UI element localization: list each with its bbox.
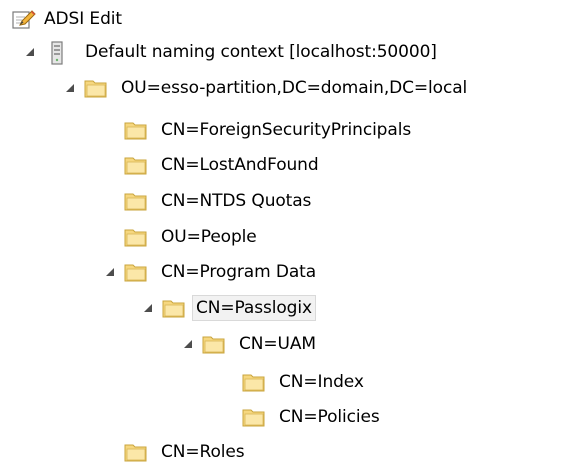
expanded-arrow-icon[interactable]	[64, 82, 76, 94]
tree-node-esso-partition[interactable]: OU=esso-partition,DC=domain,DC=local	[64, 72, 470, 104]
tree-node-label: Default naming context [localhost:50000]	[85, 42, 437, 62]
folder-icon	[242, 406, 266, 428]
tree-node-roles[interactable]: CN=Roles	[124, 436, 248, 468]
tree-node-label: CN=Roles	[161, 442, 245, 462]
tree-node-label: CN=UAM	[239, 334, 316, 354]
folder-icon	[124, 190, 148, 212]
folder-icon	[162, 297, 186, 319]
tree-node-label: OU=People	[161, 227, 257, 247]
tree-node-uam[interactable]: CN=UAM	[182, 328, 319, 360]
expanded-arrow-icon[interactable]	[24, 46, 36, 58]
tree-node-label: CN=Passlogix	[192, 295, 316, 321]
tree-node-adsi-edit[interactable]: ADSI Edit	[12, 3, 125, 35]
tree-node-label: CN=NTDS Quotas	[161, 191, 312, 211]
tree-node-label: OU=esso-partition,DC=domain,DC=local	[121, 78, 468, 98]
folder-icon	[202, 333, 226, 355]
tree-node-label: CN=LostAndFound	[161, 155, 319, 175]
tree-node-label: CN=Policies	[279, 407, 380, 427]
tree-node-passlogix[interactable]: CN=Passlogix	[142, 292, 316, 324]
folder-icon	[124, 441, 148, 463]
folder-icon	[124, 226, 148, 248]
tree-node-label: ADSI Edit	[44, 9, 122, 29]
folder-icon	[124, 261, 148, 283]
expanded-arrow-icon[interactable]	[104, 266, 116, 278]
server-icon	[50, 41, 68, 65]
folder-icon	[124, 119, 148, 141]
tree-node-ntds-quotas[interactable]: CN=NTDS Quotas	[124, 185, 314, 217]
expanded-arrow-icon[interactable]	[142, 302, 154, 314]
adsi-edit-icon	[12, 8, 36, 30]
tree-node-label: CN=ForeignSecurityPrincipals	[161, 120, 412, 140]
tree-node-people[interactable]: OU=People	[124, 221, 260, 253]
tree-node-lost-and-found[interactable]: CN=LostAndFound	[124, 149, 322, 181]
expanded-arrow-icon[interactable]	[182, 338, 194, 350]
tree-node-foreign-security-principals[interactable]: CN=ForeignSecurityPrincipals	[124, 114, 414, 146]
folder-icon	[124, 154, 148, 176]
tree-node-policies[interactable]: CN=Policies	[242, 401, 383, 433]
tree-node-index[interactable]: CN=Index	[242, 366, 367, 398]
folder-icon	[84, 77, 108, 99]
tree-node-label: CN=Program Data	[161, 262, 317, 282]
tree-node-program-data[interactable]: CN=Program Data	[104, 256, 319, 288]
adsi-tree-view: ADSI Edit Default naming context [localh…	[0, 0, 570, 466]
tree-node-default-naming-context[interactable]: Default naming context [localhost:50000]	[24, 36, 440, 68]
tree-node-label: CN=Index	[279, 372, 364, 392]
folder-icon	[242, 371, 266, 393]
